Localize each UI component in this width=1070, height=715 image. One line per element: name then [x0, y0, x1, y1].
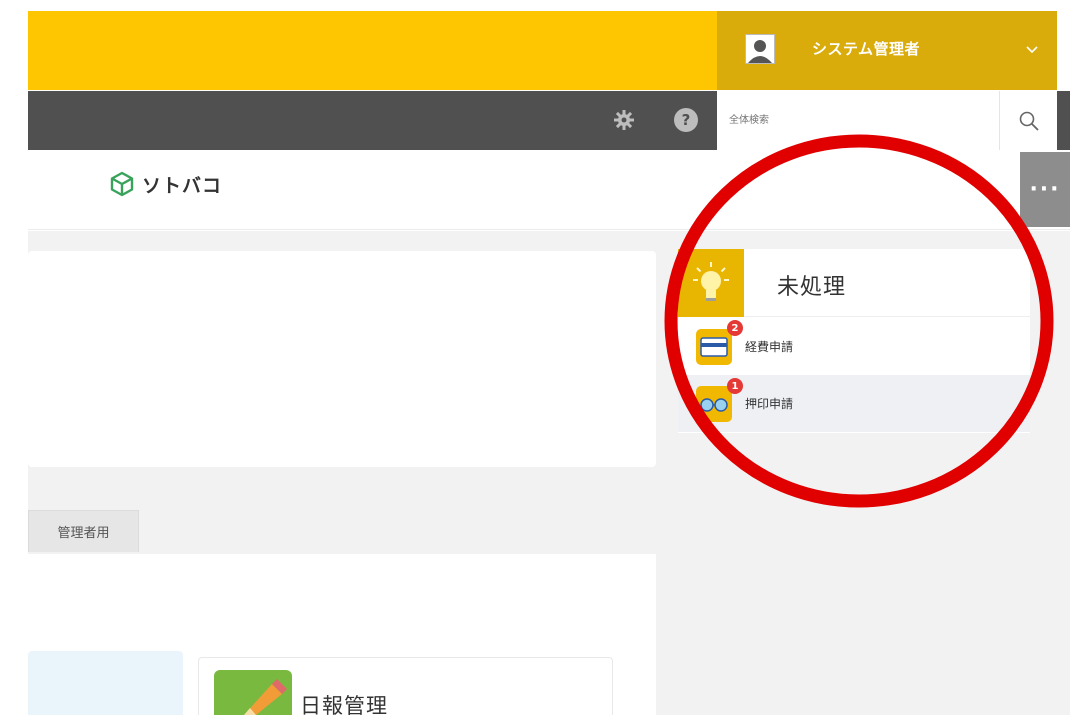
app-label: 日報管理 [300, 694, 388, 715]
logo-text: ソトバコ [142, 174, 223, 197]
pencil-icon [214, 670, 292, 715]
content-panel [28, 251, 656, 467]
annotation-ring [664, 134, 1054, 508]
user-avatar-icon [745, 34, 775, 64]
tab-admin[interactable]: 管理者用 [28, 510, 139, 552]
cube-icon [110, 171, 134, 197]
gear-icon[interactable] [611, 107, 637, 133]
user-menu[interactable]: システム管理者 [717, 11, 1057, 90]
user-name: システム管理者 [812, 40, 921, 58]
logo[interactable]: ソトバコ [108, 170, 222, 198]
chevron-down-icon[interactable] [1025, 41, 1039, 55]
app-tile[interactable] [28, 651, 183, 715]
